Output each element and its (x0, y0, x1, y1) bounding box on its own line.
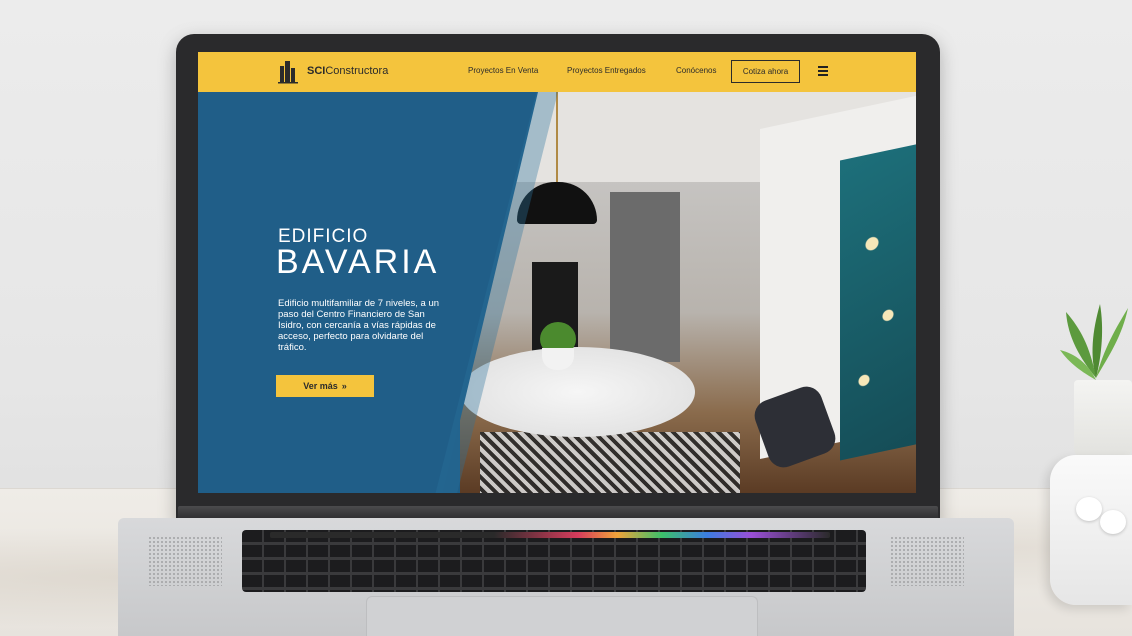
cotiza-ahora-button[interactable]: Cotiza ahora (731, 60, 800, 83)
speaker-grille-left (148, 536, 222, 586)
top-nav: SCIConstructora Proyectos En Venta Proye… (198, 52, 916, 92)
airpod-bud (1076, 497, 1102, 521)
photo-table (460, 347, 695, 437)
touch-bar (270, 532, 830, 538)
succulent-plant-icon (1060, 304, 1128, 380)
menu-bar (818, 70, 828, 72)
photo-dark-wall (610, 192, 680, 362)
menu-bar (818, 74, 828, 76)
photo-lamp-cord (556, 92, 558, 182)
building-logo-icon[interactable] (274, 58, 302, 86)
double-chevron-right-icon: » (341, 381, 347, 391)
hamburger-menu-icon[interactable] (818, 66, 828, 76)
hero-title: BAVARIA (276, 243, 440, 281)
airpod-bud (1100, 510, 1126, 534)
trackpad (366, 596, 758, 636)
keyboard (242, 530, 866, 592)
laptop-screen: SCIConstructora Proyectos En Venta Proye… (198, 52, 916, 493)
planter (1074, 380, 1132, 458)
brand-name[interactable]: SCIConstructora (307, 65, 388, 77)
brand-rest: Constructora (325, 65, 389, 77)
menu-bar (818, 66, 828, 68)
ver-mas-button[interactable]: Ver más » (276, 375, 374, 397)
ver-mas-label: Ver más (303, 381, 338, 391)
brand-strong: SCI (307, 65, 326, 77)
nav-link-proyectos-entregados[interactable]: Proyectos Entregados (567, 66, 646, 75)
speaker-grille-right (890, 536, 964, 586)
photo-painting (840, 143, 916, 461)
photo-rug (480, 432, 740, 493)
nav-link-conocenos[interactable]: Conócenos (676, 66, 716, 75)
nav-link-proyectos-en-venta[interactable]: Proyectos En Venta (468, 66, 538, 75)
hero-description: Edificio multifamiliar de 7 niveles, a u… (278, 298, 440, 353)
